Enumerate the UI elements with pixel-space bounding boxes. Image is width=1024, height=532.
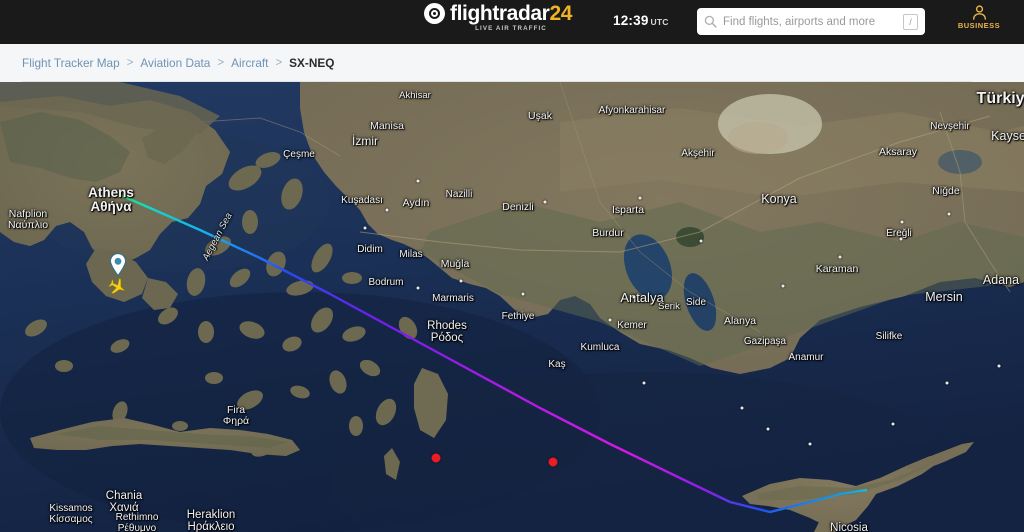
city-dot bbox=[699, 239, 703, 243]
flightradar24-aircraft-page: flightradar24 LIVE AIR TRAFFIC 12:39 UTC … bbox=[0, 0, 1024, 532]
kas-marker[interactable] bbox=[548, 457, 558, 467]
city-dot bbox=[947, 212, 951, 216]
top-navigation-bar: flightradar24 LIVE AIR TRAFFIC 12:39 UTC … bbox=[0, 0, 1024, 44]
breadcrumb-item-aviation-data[interactable]: Aviation Data bbox=[140, 56, 210, 70]
city-dot bbox=[632, 295, 636, 299]
origin-airport-pin[interactable] bbox=[109, 253, 127, 276]
city-dot bbox=[543, 200, 547, 204]
city-dot bbox=[781, 284, 785, 288]
city-dot bbox=[459, 279, 463, 283]
search-box[interactable]: Find flights, airports and more / bbox=[697, 8, 925, 35]
flightradar24-logo[interactable]: flightradar24 LIVE AIR TRAFFIC bbox=[424, 3, 572, 32]
origin-aircraft-icon[interactable] bbox=[108, 277, 128, 297]
search-icon bbox=[704, 15, 717, 28]
city-dot bbox=[740, 406, 744, 410]
city-dot bbox=[891, 422, 895, 426]
city-dot bbox=[900, 220, 904, 224]
map-terrain bbox=[0, 82, 1024, 532]
breadcrumb-item-flight-tracker-map[interactable]: Flight Tracker Map bbox=[22, 56, 120, 70]
logo-tagline: LIVE AIR TRAFFIC bbox=[475, 25, 547, 32]
clock-suffix: UTC bbox=[650, 17, 669, 27]
search-input[interactable]: Find flights, airports and more bbox=[723, 16, 903, 28]
clock-time: 12:39 bbox=[613, 13, 649, 28]
city-dot bbox=[766, 427, 770, 431]
city-dot bbox=[642, 381, 646, 385]
city-dot bbox=[416, 286, 420, 290]
flight-track-map[interactable]: Athens Αθήνα Nafplion Ναύπλιο Aegean Sea Akhi… bbox=[0, 82, 1024, 532]
breadcrumb-separator: > bbox=[126, 57, 134, 69]
search-shortcut-key: / bbox=[903, 13, 918, 30]
city-dot bbox=[997, 364, 1001, 368]
business-account-button[interactable]: BUSINESS bbox=[955, 5, 1003, 30]
business-label: BUSINESS bbox=[957, 21, 1001, 30]
utc-clock: 12:39 UTC bbox=[613, 13, 669, 28]
logo-wordmark: flightradar24 bbox=[450, 2, 573, 25]
breadcrumb-item-current-aircraft: SX-NEQ bbox=[289, 56, 335, 70]
city-dot bbox=[838, 255, 842, 259]
city-dot bbox=[899, 237, 903, 241]
city-dot bbox=[608, 318, 612, 322]
city-dot bbox=[808, 442, 812, 446]
city-dot bbox=[385, 208, 389, 212]
city-dot bbox=[638, 196, 642, 200]
rhodes-airport[interactable] bbox=[431, 453, 441, 463]
city-dot bbox=[945, 381, 949, 385]
breadcrumb-separator: > bbox=[217, 57, 225, 69]
city-dot bbox=[363, 226, 367, 230]
user-icon bbox=[972, 5, 986, 20]
breadcrumb-item-aircraft[interactable]: Aircraft bbox=[231, 56, 268, 70]
radar-logo-icon bbox=[424, 3, 445, 24]
city-dot bbox=[416, 179, 420, 183]
city-dot bbox=[521, 292, 525, 296]
breadcrumb-separator: > bbox=[275, 57, 283, 69]
breadcrumb: Flight Tracker Map > Aviation Data > Air… bbox=[0, 44, 1024, 82]
